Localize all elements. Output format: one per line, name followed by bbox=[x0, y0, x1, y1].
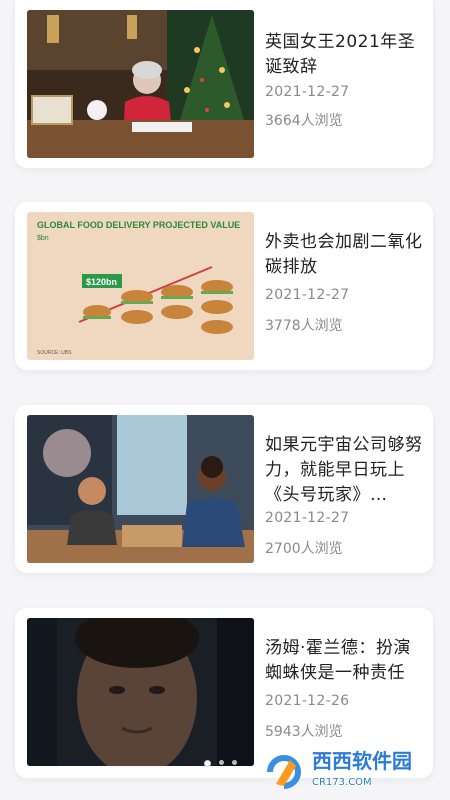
svg-text:SOURCE: UBS: SOURCE: UBS bbox=[37, 350, 72, 356]
article-date-3: 2021-12-27 bbox=[265, 510, 350, 526]
chart-unit: $bn bbox=[37, 235, 49, 242]
article-title-4[interactable]: 汤姆·霍兰德：扮演蜘蛛侠是一种责任 bbox=[265, 636, 423, 686]
article-views-1: 3664人浏览 bbox=[265, 113, 343, 129]
watermark-brand: 西西软件园 CR173.COM bbox=[312, 750, 412, 794]
watermark-site: CR173.COM bbox=[312, 777, 372, 788]
article-thumbnail-4[interactable] bbox=[27, 618, 254, 766]
article-views-2: 3778人浏览 bbox=[265, 318, 343, 334]
article-card-3[interactable]: 如果元宇宙公司够努力，就能早日玩上《头号玩家》… 2021-12-27 2700… bbox=[15, 405, 433, 573]
chart-heading: GLOBAL FOOD DELIVERY PROJECTED VALUE bbox=[37, 220, 240, 230]
pager-dots bbox=[204, 760, 237, 767]
article-date-4: 2021-12-26 bbox=[265, 693, 350, 709]
article-title-2[interactable]: 外卖也会加剧二氧化碳排放 bbox=[265, 230, 423, 280]
article-thumbnail-1[interactable] bbox=[27, 10, 254, 158]
chart-badge: $120bn bbox=[86, 277, 117, 287]
article-date-2: 2021-12-27 bbox=[265, 287, 350, 303]
article-card-2[interactable]: GLOBAL FOOD DELIVERY PROJECTED VALUE $bn… bbox=[15, 202, 433, 370]
article-card-1[interactable]: 英国女王2021年圣诞致辞 2021-12-27 3664人浏览 bbox=[15, 0, 433, 168]
article-date-1: 2021-12-27 bbox=[265, 84, 350, 100]
watermark-brand-name: 西西软件园 bbox=[312, 749, 412, 773]
pager-dot-3[interactable] bbox=[232, 760, 237, 765]
article-views-3: 2700人浏览 bbox=[265, 541, 343, 557]
watermark-logo-icon bbox=[262, 754, 308, 790]
site-watermark: 西西软件园 CR173.COM bbox=[262, 750, 440, 794]
article-title-1[interactable]: 英国女王2021年圣诞致辞 bbox=[265, 30, 423, 80]
article-title-3[interactable]: 如果元宇宙公司够努力，就能早日玩上《头号玩家》… bbox=[265, 433, 423, 508]
article-views-4: 5943人浏览 bbox=[265, 724, 343, 740]
pager-dot-1[interactable] bbox=[204, 760, 211, 767]
article-thumbnail-3[interactable] bbox=[27, 415, 254, 563]
pager-dot-2[interactable] bbox=[219, 760, 224, 765]
article-thumbnail-2[interactable]: GLOBAL FOOD DELIVERY PROJECTED VALUE $bn… bbox=[27, 212, 254, 360]
